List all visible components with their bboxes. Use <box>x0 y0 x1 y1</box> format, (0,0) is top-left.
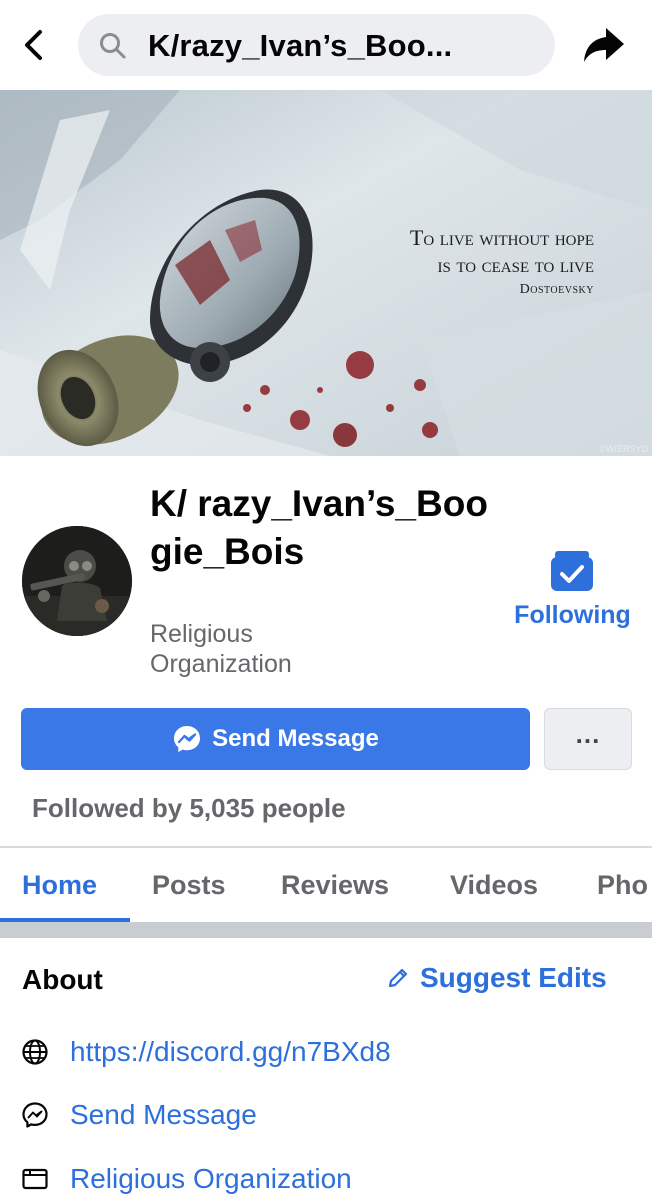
send-message-link[interactable]: Send Message <box>70 1099 257 1131</box>
avatar-image <box>22 526 132 636</box>
share-button[interactable] <box>582 24 626 66</box>
cover-watermark: ©WIERSYD <box>599 444 648 454</box>
about-message-row: Send Message <box>20 1099 257 1131</box>
suggest-edits-button[interactable]: Suggest Edits <box>386 962 607 994</box>
search-query-text: K/razy_Ivan’s_Boo... <box>148 28 453 63</box>
category-link[interactable]: Religious Organization <box>70 1163 352 1195</box>
quote-author: Dostoevsky <box>519 282 594 297</box>
about-section: About Suggest Edits https://discord.gg/n… <box>0 938 652 1200</box>
messenger-icon <box>174 726 201 752</box>
quote-line-1: To live without hope <box>409 225 594 250</box>
page-title: K/ razy_Ivan’s_Boogie_Bois <box>150 483 488 572</box>
tab-home[interactable]: Home <box>22 870 97 901</box>
tab-videos[interactable]: Videos <box>450 870 538 901</box>
chevron-left-icon <box>25 30 42 60</box>
avatar[interactable] <box>22 526 132 636</box>
messenger-outline-icon <box>20 1100 50 1130</box>
following-check-icon[interactable] <box>549 549 595 593</box>
website-link[interactable]: https://discord.gg/n7BXd8 <box>70 1036 391 1068</box>
quote-line-2: is to cease to live <box>437 252 594 277</box>
search-bar[interactable]: K/razy_Ivan’s_Boo... <box>78 14 555 76</box>
send-message-label: Send Message <box>212 725 379 752</box>
tab-posts[interactable]: Posts <box>152 870 226 901</box>
category-icon <box>20 1164 50 1194</box>
page-header: K/ razy_Ivan’s_Boogie_Bois Religious Org… <box>0 456 652 846</box>
tab-photos[interactable]: Pho <box>597 870 648 901</box>
search-icon <box>100 33 126 59</box>
globe-icon <box>20 1037 50 1067</box>
suggest-edits-label: Suggest Edits <box>420 962 607 993</box>
cover-photo[interactable]: To live without hope is to cease to live… <box>0 90 652 456</box>
about-website-row: https://discord.gg/n7BXd8 <box>20 1036 391 1068</box>
pencil-icon <box>388 968 408 988</box>
share-arrow-icon <box>584 28 624 62</box>
back-button[interactable] <box>18 26 52 64</box>
tab-reviews[interactable]: Reviews <box>281 870 389 901</box>
send-message-button[interactable]: Send Message <box>21 708 530 770</box>
more-options-button[interactable]: ... <box>544 708 632 770</box>
cover-quote: To live without hope is to cease to live… <box>410 224 594 298</box>
about-heading: About <box>22 964 103 995</box>
page-category: Religious Organization <box>150 620 292 678</box>
following-button-label[interactable]: Following <box>500 601 645 630</box>
section-separator <box>0 922 652 938</box>
more-dots-icon: ... <box>575 719 601 749</box>
top-navigation-bar: K/razy_Ivan’s_Boo... <box>0 0 652 90</box>
followers-count: Followed by 5,035 people <box>32 793 346 823</box>
about-category-row: Religious Organization <box>20 1163 352 1195</box>
page-tabs: Home Posts Reviews Videos Pho <box>0 848 652 922</box>
